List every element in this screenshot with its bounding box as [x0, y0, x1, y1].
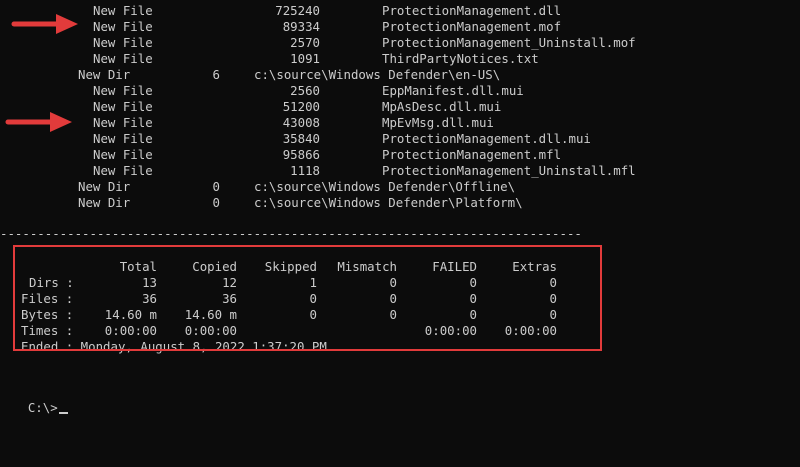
entry-type: New File — [93, 51, 153, 66]
entry-size: 1118 — [290, 163, 320, 178]
red-arrow-icon — [5, 112, 72, 132]
entry-size: 1091 — [290, 51, 320, 66]
entry-type: New File — [93, 163, 153, 178]
entry-name: ProtectionManagement.dll.mui — [382, 131, 591, 146]
terminal-window[interactable]: New File 725240 ProtectionManagement.dll… — [0, 0, 800, 415]
entry-size: 2570 — [290, 35, 320, 50]
log-line: New File 1118 ProtectionManagement_Unins… — [0, 163, 636, 179]
entry-name: ProtectionManagement_Uninstall.mfl — [382, 163, 636, 178]
text-cursor — [58, 412, 68, 414]
entry-size: 0 — [212, 179, 220, 194]
log-line: New File 2570 ProtectionManagement_Unins… — [0, 35, 636, 51]
entry-size: 89334 — [282, 19, 320, 34]
entry-size: 95866 — [282, 147, 320, 162]
entry-type: New Dir — [78, 179, 131, 194]
entry-size: 0 — [212, 195, 220, 210]
command-prompt[interactable]: C:\> — [0, 384, 68, 415]
entry-name: c:\source\Windows Defender\Offline\ — [254, 179, 516, 194]
log-line: New File 1091 ThirdPartyNotices.txt — [0, 51, 539, 67]
entry-type: New File — [93, 35, 153, 50]
entry-size: 35840 — [282, 131, 320, 146]
entry-type: New Dir — [78, 195, 131, 210]
entry-name: c:\source\Windows Defender\en-US\ — [254, 67, 501, 82]
entry-name: EppManifest.dll.mui — [382, 83, 524, 98]
entry-size: 2560 — [290, 83, 320, 98]
log-line: New File 2560 EppManifest.dll.mui — [0, 83, 524, 99]
entry-size: 43008 — [282, 115, 320, 130]
entry-type: New File — [93, 3, 153, 18]
log-line: New Dir 6 c:\source\Windows Defender\en-… — [0, 67, 500, 83]
entry-name: c:\source\Windows Defender\Platform\ — [254, 195, 523, 210]
separator-line: ----------------------------------------… — [0, 226, 582, 241]
entry-name: MpEvMsg.dll.mui — [382, 115, 494, 130]
entry-name: ProtectionManagement.dll — [382, 3, 562, 18]
entry-name: ProtectionManagement.mfl — [382, 147, 562, 162]
prompt-text: C:\> — [27, 400, 58, 415]
entry-name: ProtectionManagement_Uninstall.mof — [382, 35, 636, 50]
summary-highlight-box — [13, 245, 602, 351]
entry-type: New File — [93, 115, 153, 130]
log-line: New File 95866 ProtectionManagement.mfl — [0, 147, 561, 163]
log-line: New Dir 0 c:\source\Windows Defender\Off… — [0, 179, 515, 195]
entry-name: MpAsDesc.dll.mui — [382, 99, 502, 114]
entry-name: ProtectionManagement.mof — [382, 19, 562, 34]
entry-type: New File — [93, 99, 153, 114]
red-arrow-icon — [11, 14, 78, 34]
entry-size: 725240 — [275, 3, 320, 18]
entry-type: New File — [93, 19, 153, 34]
log-line: New Dir 0 c:\source\Windows Defender\Pla… — [0, 195, 523, 211]
entry-type: New Dir — [78, 67, 131, 82]
entry-name: ThirdPartyNotices.txt — [382, 51, 539, 66]
entry-type: New File — [93, 147, 153, 162]
entry-type: New File — [93, 83, 153, 98]
entry-size: 6 — [212, 67, 220, 82]
entry-size: 51200 — [282, 99, 320, 114]
entry-type: New File — [93, 131, 153, 146]
